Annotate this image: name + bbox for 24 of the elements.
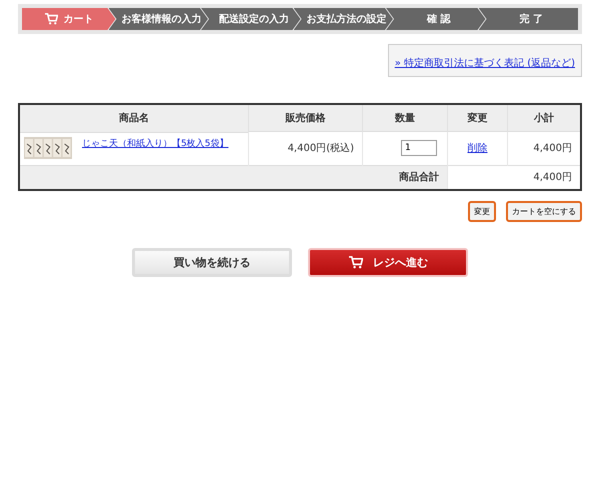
column-header: 販売価格	[248, 104, 362, 132]
small-action-button[interactable]: 変更	[468, 200, 496, 222]
total-label: 商品合計	[19, 165, 448, 190]
column-header: 変更	[448, 104, 508, 132]
step-label: お客様情報の入力	[121, 12, 202, 26]
quantity-field[interactable]: 1	[401, 140, 437, 156]
step-label: 確 認	[427, 12, 450, 26]
step-label: 配送設定の入力	[218, 12, 289, 26]
column-header: 商品名	[19, 104, 248, 132]
step-label: お支払方法の設定	[306, 12, 386, 26]
column-header: 数量	[362, 104, 448, 132]
step-label: 完 了	[520, 12, 543, 26]
cart-icon	[44, 13, 58, 25]
product-name-link[interactable]: じゃこ天（和紙入り）【5枚入5袋】	[82, 136, 228, 150]
checkout-button[interactable]: レジへ進む	[308, 248, 468, 276]
delete-link[interactable]: 削除	[468, 143, 488, 154]
column-header: 小計	[508, 104, 581, 132]
table-cell: 4,400円	[508, 132, 581, 165]
total-amount: 4,400円	[448, 165, 581, 190]
cart-icon	[348, 256, 363, 268]
continue-shopping-button[interactable]: 買い物を続ける	[132, 248, 292, 276]
small-action-button[interactable]: カートを空にする	[506, 200, 582, 222]
legal-notice-link[interactable]: » 特定商取引法に基づく表記 (返品など)	[394, 58, 575, 69]
step-label: カート	[63, 13, 94, 26]
